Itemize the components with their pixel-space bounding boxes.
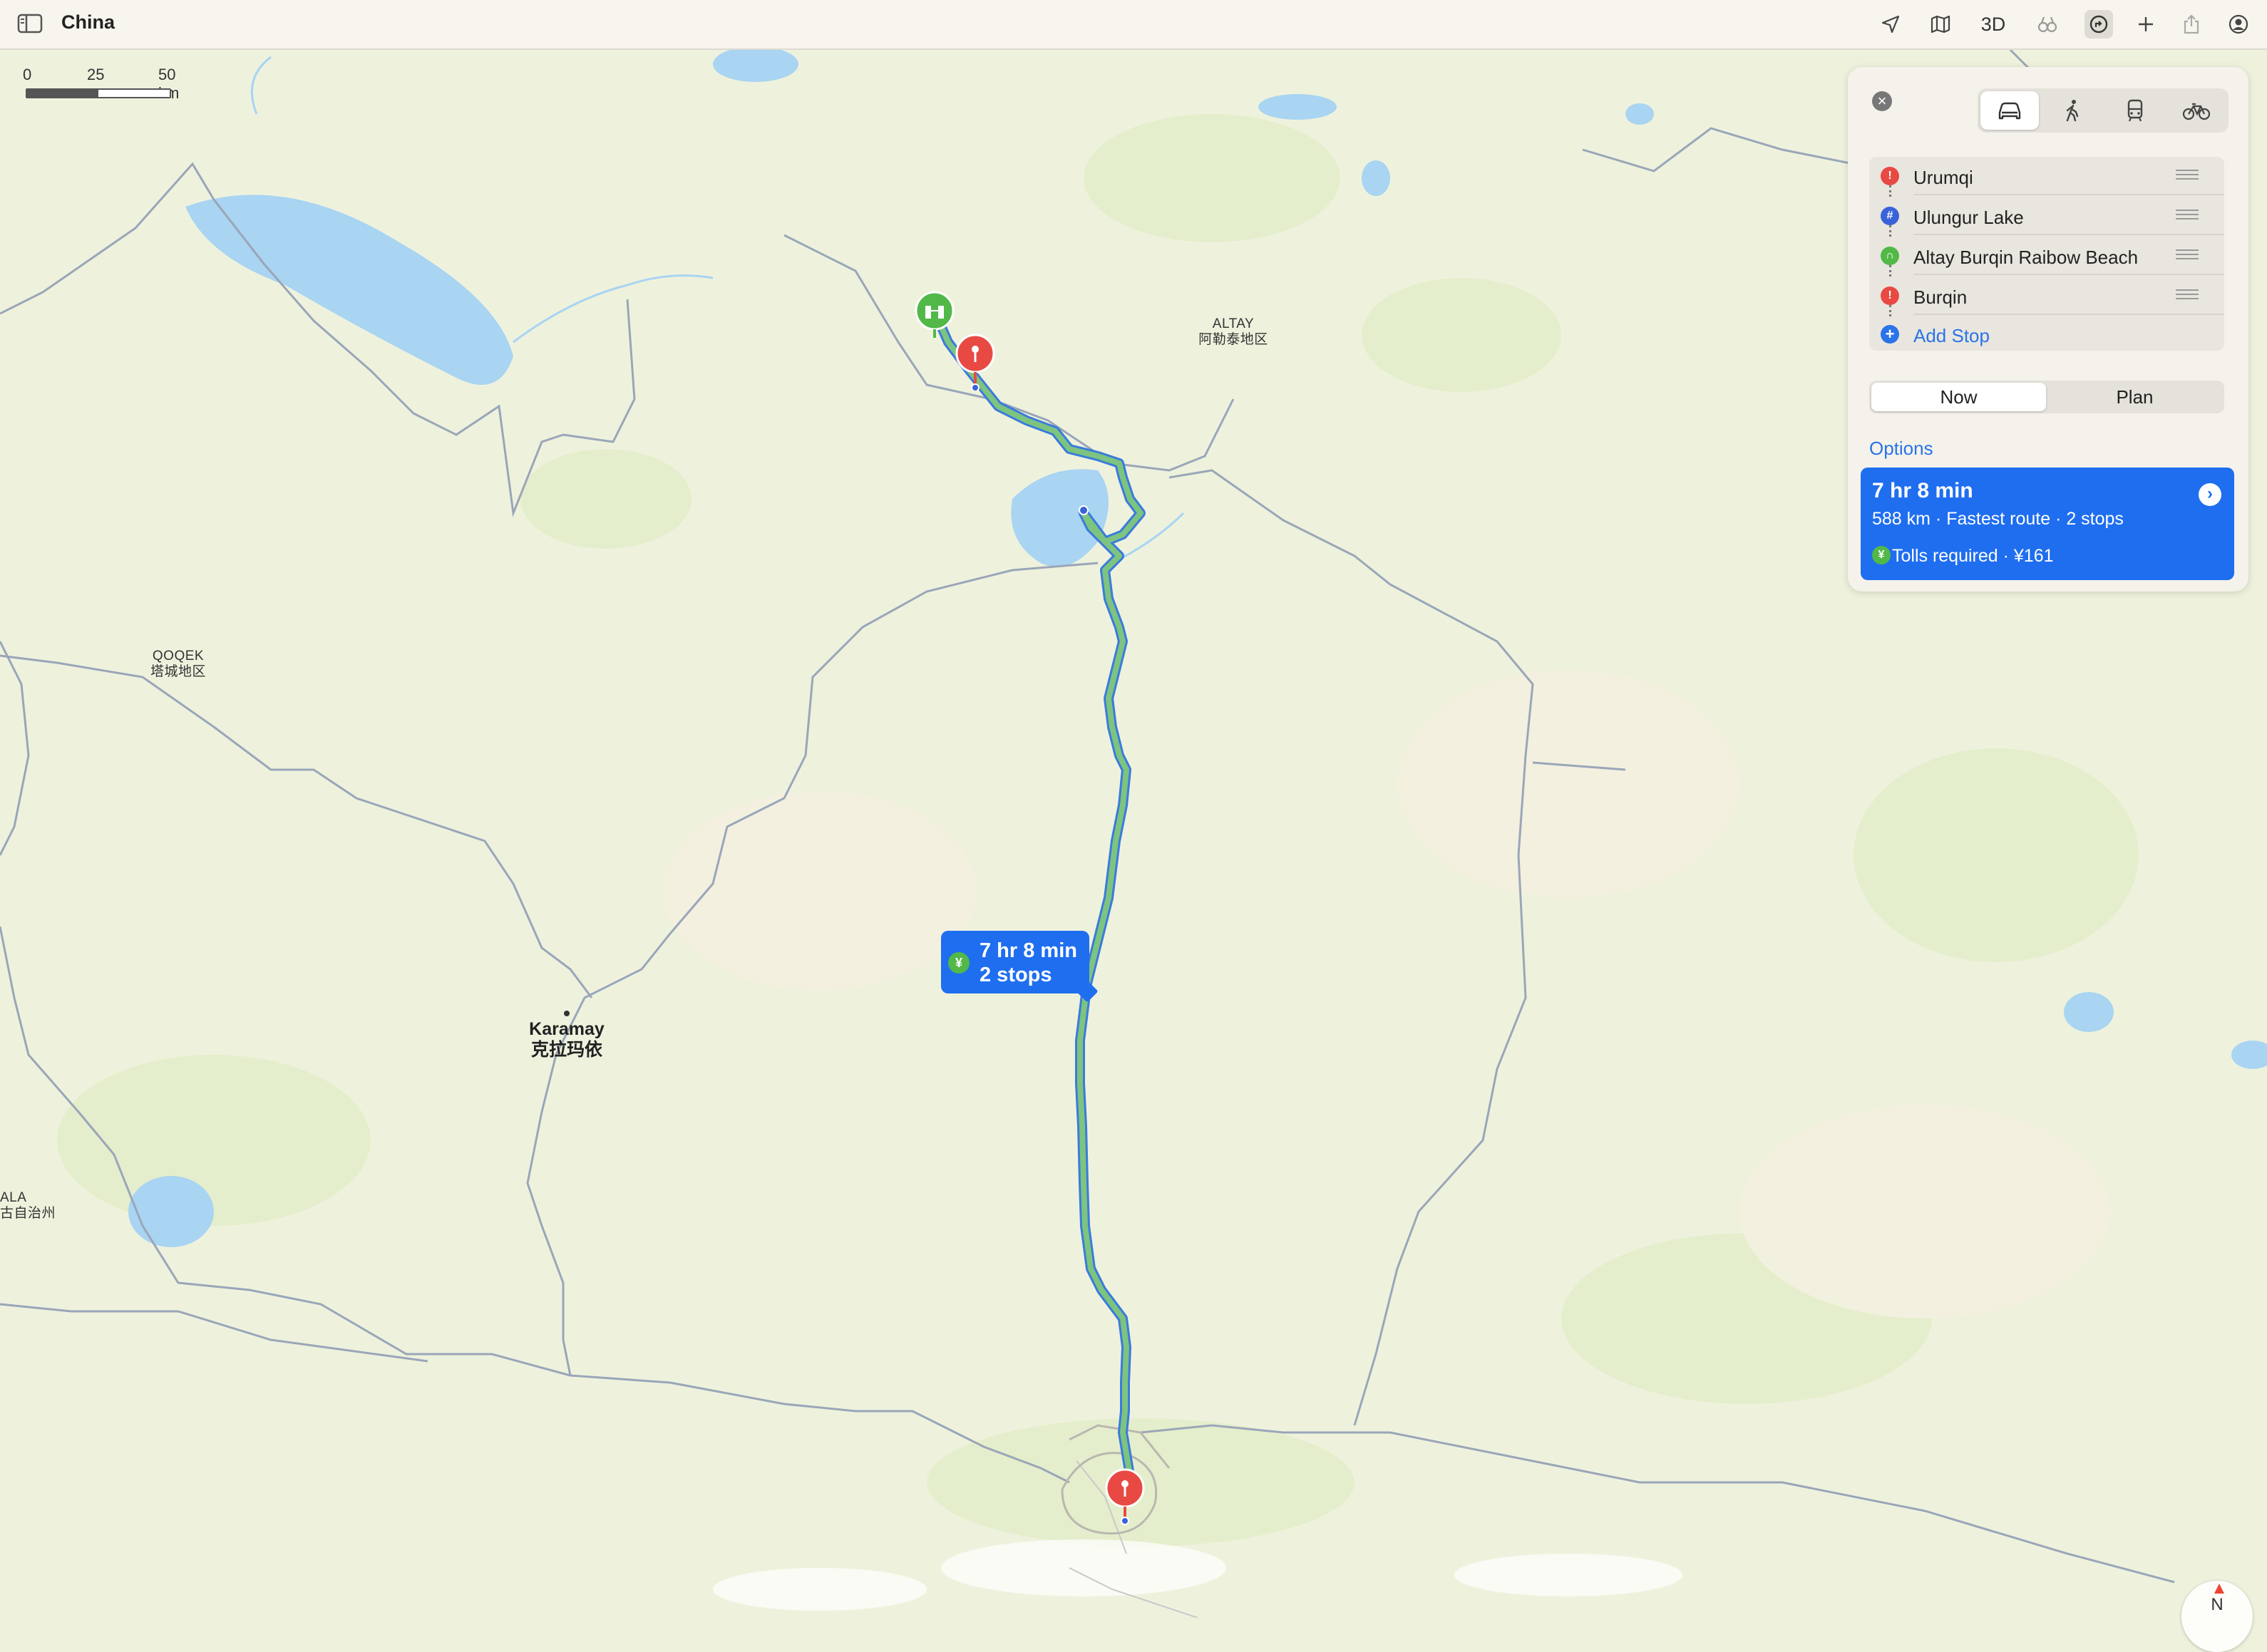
- close-icon[interactable]: ×: [1872, 91, 1892, 111]
- stop-name[interactable]: Altay Burqin Raibow Beach: [1913, 247, 2138, 269]
- add-stop-row[interactable]: + Add Stop: [1869, 315, 2224, 353]
- city-dot: [564, 1011, 570, 1016]
- directions-panel: × ! Urumqi # Ulungur Lake ∩ Altay Burqin…: [1848, 67, 2248, 592]
- route-detail: 588 km · Fastest route · 2 stops: [1872, 509, 2124, 529]
- sidebar-icon[interactable]: [17, 13, 43, 34]
- toolbar: China 3D: [0, 0, 2267, 50]
- transport-mode-selector: [1978, 88, 2229, 133]
- stop-row[interactable]: ∩ Altay Burqin Raibow Beach: [1869, 237, 2224, 275]
- binoculars-icon: ∩: [1881, 247, 1899, 265]
- route-stops-list: ! Urumqi # Ulungur Lake ∩ Altay Burqin R…: [1869, 157, 2224, 351]
- lake-ulungur-west: [185, 195, 513, 385]
- desert-patches: [663, 670, 2110, 1318]
- window-title: China: [61, 11, 115, 33]
- drag-handle-icon[interactable]: [2176, 210, 2199, 221]
- compass-north-tick: [2214, 1584, 2224, 1594]
- red-pin-icon: !: [1881, 286, 1899, 305]
- drag-handle-icon[interactable]: [2176, 170, 2199, 181]
- snow-patches: [713, 1539, 1682, 1611]
- plus-icon[interactable]: [2132, 10, 2160, 38]
- stop-row[interactable]: # Ulungur Lake: [1869, 197, 2224, 235]
- route-option-card[interactable]: 7 hr 8 min › 588 km · Fastest route · 2 …: [1861, 468, 2234, 580]
- map-scale: 0 25 50 km: [21, 66, 179, 102]
- mode-transit[interactable]: [2106, 91, 2164, 130]
- binoculars-icon: [915, 291, 955, 338]
- route-time: 7 hr 8 min: [1872, 479, 1973, 502]
- transit-icon: [2127, 99, 2143, 122]
- lake-ulungur: [1011, 469, 1109, 567]
- region-label-ala: ALA 古自治州: [0, 1190, 56, 1221]
- compass-label: N: [2211, 1595, 2224, 1614]
- mode-drive[interactable]: [1980, 91, 2039, 130]
- drag-handle-icon[interactable]: [2176, 249, 2199, 261]
- drag-handle-icon[interactable]: [2176, 289, 2199, 301]
- mode-cycle[interactable]: [2167, 91, 2226, 130]
- stop-row[interactable]: ! Burqin: [1869, 277, 2224, 315]
- scale-mid: 25: [87, 66, 105, 83]
- plan-option[interactable]: Plan: [2047, 383, 2222, 411]
- compass[interactable]: N: [2181, 1581, 2253, 1652]
- region-label-altay: ALTAY 阿勒泰地区: [1198, 316, 1268, 347]
- stop-name[interactable]: Urumqi: [1913, 167, 1973, 189]
- callout-stops: 2 stops: [980, 964, 1052, 986]
- stop-name[interactable]: Burqin: [1913, 286, 1967, 309]
- scale-zero: 0: [23, 66, 32, 83]
- route-tolls: Tolls required · ¥161: [1892, 546, 2054, 566]
- location-arrow-icon[interactable]: [1876, 10, 1905, 38]
- account-icon[interactable]: [2224, 10, 2253, 38]
- car-icon: [1998, 102, 2021, 120]
- add-stop-label[interactable]: Add Stop: [1913, 325, 1990, 347]
- map-icon[interactable]: [1926, 10, 1955, 38]
- options-link[interactable]: Options: [1869, 438, 1933, 460]
- stop-name[interactable]: Ulungur Lake: [1913, 207, 2024, 229]
- plus-circle-icon: +: [1881, 325, 1899, 344]
- directions-icon[interactable]: [2084, 10, 2113, 38]
- red-pin-icon: [955, 334, 995, 391]
- city-label-karamay[interactable]: Karamay 克拉玛依: [513, 1011, 620, 1060]
- time-selector: Now Plan: [1869, 381, 2224, 413]
- chevron-right-icon[interactable]: ›: [2199, 483, 2221, 506]
- toll-icon: ¥: [1872, 546, 1891, 564]
- share-icon[interactable]: [2177, 10, 2206, 38]
- route-callout[interactable]: ¥ 7 hr 8 min 2 stops: [941, 931, 1089, 993]
- now-option[interactable]: Now: [1871, 383, 2046, 411]
- blue-grid-icon: #: [1881, 207, 1899, 225]
- callout-time: 7 hr 8 min: [980, 939, 1077, 962]
- region-label-qoqek: QOQEK 塔城地区: [150, 649, 206, 679]
- red-pin-icon: [1105, 1468, 1145, 1525]
- 3d-button[interactable]: 3D: [1976, 10, 2010, 38]
- toll-icon: ¥: [948, 952, 970, 974]
- walk-icon: [2066, 100, 2079, 122]
- stop-row[interactable]: ! Urumqi: [1869, 157, 2224, 195]
- mode-walk[interactable]: [2043, 91, 2102, 130]
- bicycle-icon: [2182, 103, 2211, 120]
- red-pin-icon: !: [1881, 167, 1899, 185]
- look-around-icon[interactable]: [2033, 10, 2062, 38]
